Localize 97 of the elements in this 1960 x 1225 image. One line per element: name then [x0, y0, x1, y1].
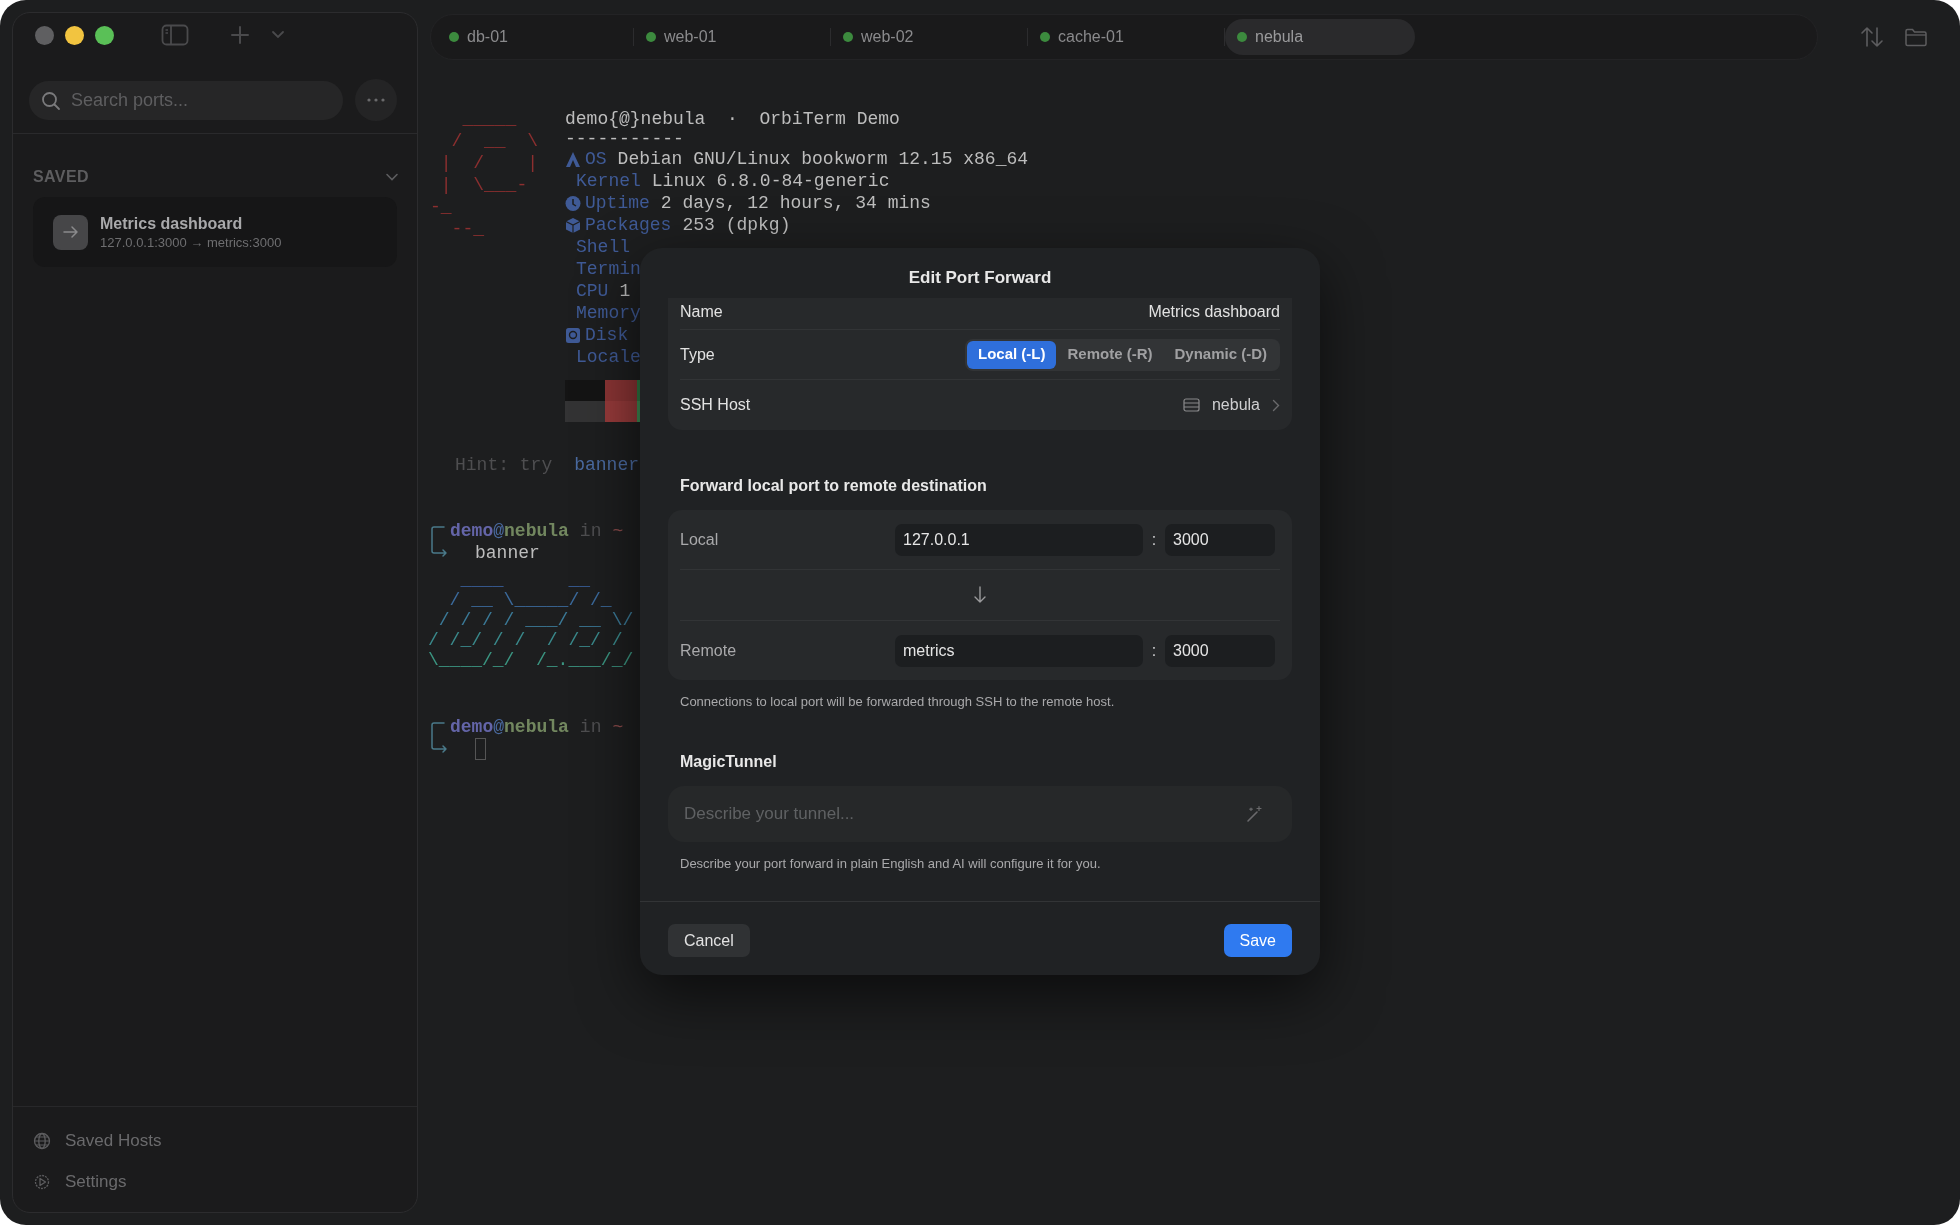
prompt-user: demo — [450, 520, 494, 542]
field-label: Name — [680, 301, 723, 322]
help-text: Connections to local port will be forwarded through SSH to the remote host. — [679, 693, 1116, 711]
segment[interactable]: Dynamic (-D) — [1163, 340, 1278, 369]
prompt-at: @ — [493, 716, 505, 738]
command-text: banner — [475, 542, 540, 564]
segment[interactable]: Remote (-R) — [1056, 340, 1164, 369]
prompt-host: nebula — [504, 520, 569, 542]
info-value: Linux 6.8.0-84-generic — [651, 170, 890, 192]
ascii-art-line: / / / / ___/ __ \/ — [437, 610, 634, 630]
help-text: Describe your port forward in plain English and AI will configure it for you. — [679, 854, 1102, 873]
footer-link[interactable]: Saved Hosts — [33, 1127, 397, 1155]
prompt-at: @ — [493, 520, 505, 542]
ascii-art-line: ____ __ — [459, 570, 591, 590]
info-value: 2 days, 12 hours, 34 mins — [660, 192, 931, 214]
port-input[interactable]: 3000 — [1165, 523, 1275, 556]
prompt-dir: ~ — [612, 716, 624, 738]
port-input[interactable]: 3000 — [1165, 634, 1275, 667]
name-value[interactable]: Metrics dashboard — [1148, 299, 1280, 324]
host-picker[interactable]: nebula — [1182, 393, 1280, 417]
ascii-logo-line: -_ — [430, 196, 453, 218]
info-key: OS — [585, 148, 607, 170]
info-value: Debian GNU/Linux bookworm 12.15 x86_64 — [617, 148, 1029, 170]
ascii-logo-line: / __ \ — [450, 130, 540, 152]
save-button[interactable]: Save — [1223, 924, 1292, 957]
info-key: Kernel — [576, 170, 641, 192]
search-field[interactable]: Search ports... — [29, 80, 343, 120]
prompt-dir: ~ — [612, 520, 624, 542]
minimize-button[interactable] — [65, 25, 84, 45]
search-icon — [41, 90, 61, 111]
info-key: CPU — [576, 280, 609, 302]
ascii-logo-line: --_ — [450, 218, 485, 240]
prompt-user: demo — [450, 716, 494, 738]
host-input[interactable]: 127.0.0.1 — [895, 523, 1143, 556]
tunnel-description-field[interactable]: Describe your tunnel... — [668, 785, 1292, 842]
zoom-button[interactable] — [95, 25, 114, 45]
cube-icon — [565, 216, 581, 234]
plus-icon[interactable] — [230, 25, 250, 45]
host-input[interactable]: metrics — [895, 634, 1143, 667]
sort-icon[interactable] — [1860, 26, 1884, 48]
chevron-right-icon — [1272, 398, 1280, 412]
clock-icon — [565, 194, 581, 212]
folder-icon[interactable] — [1904, 27, 1928, 47]
item-subtitle: 127.0.0.1:3000 → metrics:3000 — [100, 233, 282, 251]
tab[interactable]: web-02 — [831, 19, 1027, 55]
cancel-button[interactable]: Cancel — [668, 924, 750, 957]
tab[interactable]: nebula — [1225, 19, 1415, 55]
settings-icon — [33, 1173, 51, 1191]
info-key: Termin — [576, 258, 641, 280]
segmented-control[interactable]: Local (-L) Remote (-R) Dynamic (-D) — [965, 338, 1280, 371]
info-key: Uptime — [585, 192, 650, 214]
footer-link[interactable]: Settings — [33, 1168, 397, 1196]
segment[interactable]: Local (-L) — [967, 340, 1057, 369]
prompt-host: nebula — [504, 716, 569, 738]
ascii-logo-line: | / | — [439, 152, 540, 174]
terminal-line: ----------- — [565, 130, 685, 148]
ascii-art-line: / /_/ / / / /_/ / — [428, 630, 623, 650]
prompt-arrow-icon — [430, 523, 448, 559]
field-label: SSH Host — [680, 395, 751, 415]
field-label: Remote — [680, 640, 738, 661]
triangle-icon — [565, 150, 581, 168]
field-label: Type — [680, 344, 715, 365]
info-key: Memory — [576, 302, 641, 324]
section-heading: Forward local port to remote destination — [679, 476, 988, 496]
ascii-logo-line: _____ — [461, 108, 518, 130]
magic-wand-icon[interactable] — [1246, 804, 1264, 823]
port-separator: : — [1150, 529, 1158, 550]
item-title: Metrics dashboard — [100, 213, 244, 234]
ascii-logo-line: | \___- — [439, 174, 529, 196]
port-separator: : — [1150, 640, 1158, 661]
tab[interactable]: db-01 — [437, 19, 633, 55]
info-key: Locale — [576, 346, 641, 368]
more-icon — [367, 98, 385, 102]
info-key: Disk — [585, 324, 629, 346]
more-button[interactable] — [355, 79, 397, 121]
hint-command: banner — [574, 454, 640, 476]
saved-item[interactable]: Metrics dashboard 127.0.0.1:3000 → metrics:3000 — [33, 197, 397, 267]
tab[interactable]: web-01 — [634, 19, 830, 55]
info-key: Packages — [585, 214, 672, 236]
sidebar-toggle-icon[interactable] — [161, 24, 189, 46]
chevron-down-icon[interactable] — [271, 30, 285, 40]
info-value: 1 — [619, 280, 631, 302]
globe-icon — [33, 1132, 51, 1150]
tab[interactable]: cache-01 — [1028, 19, 1224, 55]
info-key: Shell — [576, 236, 630, 258]
field-label: Local — [680, 529, 720, 550]
dialog-title: Edit Port Forward — [908, 267, 1052, 290]
section-heading: MagicTunnel — [679, 751, 778, 772]
server-icon — [1182, 398, 1200, 412]
ascii-art-line: \____/_/ /_.___/_/ — [428, 650, 634, 670]
close-button[interactable] — [35, 25, 54, 45]
info-value: 253 (dpkg) — [682, 214, 791, 236]
ascii-art-line: / __ \_____/ /_ — [448, 590, 612, 610]
prompt-arrow-icon — [430, 719, 448, 755]
arrow-down-icon — [973, 586, 987, 604]
section-label: SAVED — [33, 167, 89, 187]
terminal-line: demo{@}nebula · OrbiTerm Demo — [565, 108, 901, 130]
